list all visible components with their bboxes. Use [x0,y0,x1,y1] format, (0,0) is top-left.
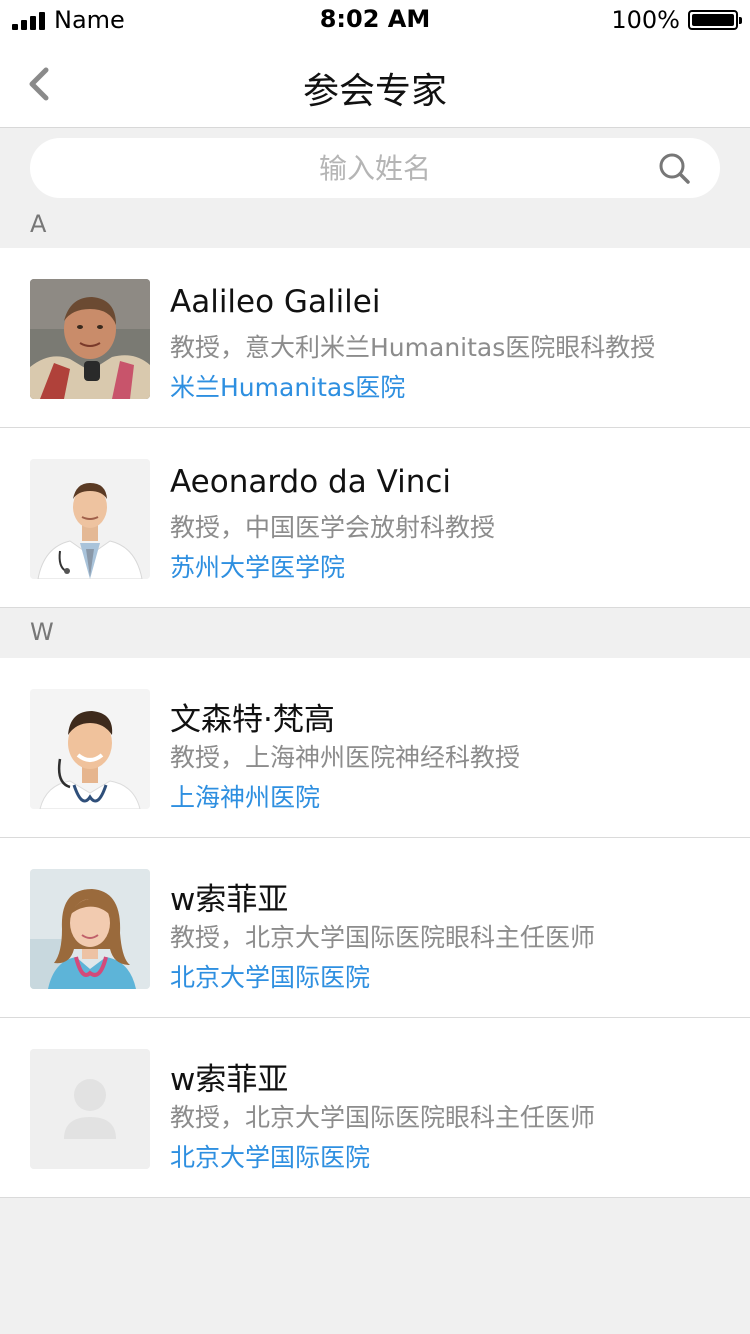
section-letter: A [30,210,47,238]
expert-name: w索菲亚 [170,882,289,918]
avatar [30,459,150,579]
user-placeholder-icon [30,1049,150,1169]
expert-name: w索菲亚 [170,1062,289,1098]
search-icon[interactable] [658,152,692,186]
section-header-a: A [0,207,750,247]
expert-row[interactable]: w索菲亚 教授，北京大学国际医院眼科主任医师 北京大学国际医院 [0,838,750,1018]
expert-title: 教授，北京大学国际医院眼科主任医师 [170,923,596,952]
avatar-placeholder [30,1049,150,1169]
avatar [30,689,150,809]
search-bar [0,129,750,207]
search-input[interactable] [90,138,660,198]
avatar [30,279,150,399]
status-bar: Name 8:02 AM 100% [0,0,750,40]
expert-title: 教授，上海神州医院神经科教授 [170,743,521,772]
expert-title: 教授，北京大学国际医院眼科主任医师 [170,1103,596,1132]
expert-row[interactable]: Aalileo Galilei 教授，意大利米兰Humanitas医院眼科教授 … [0,248,750,428]
search-box[interactable] [30,138,720,198]
section-header-w: W [0,608,750,658]
expert-name: Aeonardo da Vinci [170,464,452,500]
expert-hospital[interactable]: 苏州大学医学院 [170,548,345,584]
nav-bar: 参会专家 [0,40,750,128]
battery-percentage: 100% [611,6,680,34]
expert-title: 教授，意大利米兰Humanitas医院眼科教授 [170,333,656,362]
expert-hospital[interactable]: 上海神州医院 [170,778,320,814]
expert-row[interactable]: 文森特·梵高 教授，上海神州医院神经科教授 上海神州医院 [0,658,750,838]
expert-row[interactable]: w索菲亚 教授，北京大学国际医院眼科主任医师 北京大学国际医院 [0,1018,750,1198]
expert-title: 教授，中国医学会放射科教授 [170,513,496,542]
expert-hospital[interactable]: 北京大学国际医院 [170,1138,370,1174]
expert-name: Aalileo Galilei [170,284,381,320]
avatar [30,869,150,989]
expert-hospital[interactable]: 北京大学国际医院 [170,958,370,994]
battery-icon [688,10,742,30]
page-title: 参会专家 [302,71,447,112]
expert-row[interactable]: Aeonardo da Vinci 教授，中国医学会放射科教授 苏州大学医学院 [0,428,750,608]
expert-name: 文森特·梵高 [170,702,335,738]
expert-hospital[interactable]: 米兰Humanitas医院 [170,368,405,404]
section-letter: W [30,618,54,646]
